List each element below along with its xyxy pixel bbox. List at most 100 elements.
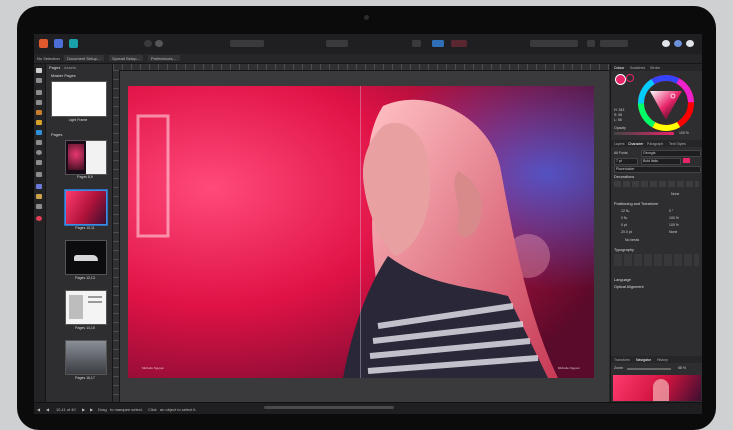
boolean-intersect-icon[interactable] bbox=[686, 40, 694, 47]
last-page-icon[interactable]: ▶ bbox=[90, 407, 93, 412]
pen-tool-icon[interactable] bbox=[36, 110, 42, 115]
horizontal-scrollbar[interactable] bbox=[264, 406, 394, 409]
eye-icon[interactable] bbox=[412, 40, 421, 47]
spread-setup-label[interactable]: Spread Setup... bbox=[112, 56, 140, 61]
tab-text-styles[interactable]: Text Styles bbox=[669, 142, 686, 146]
arrange-buttons[interactable] bbox=[530, 40, 578, 47]
pos-field[interactable]: None bbox=[669, 230, 677, 234]
pages-header[interactable]: Pages bbox=[51, 132, 62, 137]
boolean-subtract-icon[interactable] bbox=[674, 40, 682, 47]
tab-character[interactable]: Character bbox=[628, 142, 643, 146]
zoom-slider[interactable] bbox=[627, 368, 671, 370]
tab-assets[interactable]: Assets bbox=[64, 65, 76, 70]
master-page-thumbnail[interactable] bbox=[51, 81, 107, 117]
font-size-value[interactable]: 7 pt bbox=[616, 159, 622, 163]
zoom-tool-icon[interactable] bbox=[36, 204, 42, 209]
spread-thumbnail[interactable] bbox=[65, 340, 107, 375]
guide-line[interactable] bbox=[360, 86, 361, 378]
boolean-add-icon[interactable] bbox=[662, 40, 670, 47]
assistant-icon[interactable] bbox=[155, 40, 163, 47]
snapping-icon[interactable] bbox=[451, 40, 467, 47]
page-indicator[interactable]: 10,11 of 40 bbox=[56, 407, 76, 412]
decoration-buttons[interactable] bbox=[614, 181, 699, 187]
opacity-slider[interactable] bbox=[614, 132, 674, 135]
horizontal-ruler[interactable] bbox=[113, 64, 609, 71]
frame-icon[interactable] bbox=[432, 40, 444, 47]
fill-swatch[interactable] bbox=[615, 74, 626, 85]
spread-thumbnail[interactable] bbox=[65, 140, 107, 175]
table-tool-icon[interactable] bbox=[36, 100, 42, 105]
typography-buttons[interactable] bbox=[614, 254, 699, 266]
vertical-ruler[interactable] bbox=[113, 70, 120, 402]
view-mode-buttons[interactable] bbox=[230, 40, 264, 47]
tab-swatches[interactable]: Swatches bbox=[630, 66, 645, 70]
language-header[interactable]: Language bbox=[614, 278, 631, 282]
decorations-header[interactable]: Decorations bbox=[614, 175, 634, 179]
zoom-value[interactable]: 68 % bbox=[678, 366, 686, 370]
context-toolbar: No Selection Document Setup... Spread Se… bbox=[34, 54, 702, 64]
designer-persona-icon[interactable] bbox=[54, 39, 63, 48]
first-page-icon[interactable]: ◀ bbox=[37, 407, 40, 412]
align-icon[interactable] bbox=[587, 40, 595, 47]
node-tool-icon[interactable] bbox=[36, 78, 42, 83]
tab-transform[interactable]: Transform bbox=[614, 358, 630, 362]
status-bar: ◀ ◀ 10,11 of 40 ▶ ▶ Drag to marquee sele… bbox=[34, 402, 702, 414]
prev-page-icon[interactable]: ◀ bbox=[46, 407, 49, 412]
no-break-value[interactable]: No break bbox=[625, 238, 639, 242]
master-pages-header[interactable]: Master Pages bbox=[51, 73, 76, 78]
spread-thumbnail-selected[interactable] bbox=[65, 190, 107, 225]
spread-thumbnail[interactable] bbox=[65, 290, 107, 325]
typography-header[interactable]: Typography bbox=[614, 248, 634, 252]
shape-tool-icon[interactable] bbox=[36, 160, 42, 165]
pos-field[interactable]: 0 ° bbox=[669, 209, 673, 213]
tab-colour[interactable]: Colour bbox=[614, 66, 624, 70]
font-style-value[interactable]: Bold Italic bbox=[643, 159, 658, 163]
pos-field[interactable]: 0 pt bbox=[621, 223, 627, 227]
colour-wheel[interactable] bbox=[637, 74, 695, 132]
pos-field[interactable]: 12 ‰ bbox=[621, 209, 629, 213]
ellipse-tool-icon[interactable] bbox=[36, 150, 42, 155]
text-color-swatch[interactable] bbox=[683, 158, 690, 163]
publisher-persona-icon[interactable] bbox=[39, 39, 48, 48]
font-scope-label[interactable]: All Fonts bbox=[614, 151, 628, 155]
settings-icon[interactable] bbox=[144, 40, 152, 47]
tab-stroke[interactable]: Stroke bbox=[650, 66, 660, 70]
document-setup-label[interactable]: Document Setup... bbox=[67, 56, 100, 61]
transform-buttons[interactable] bbox=[600, 40, 628, 47]
crop-tool-icon[interactable] bbox=[36, 172, 42, 177]
hand-tool-icon[interactable] bbox=[36, 194, 42, 199]
pos-field[interactable]: 100 % bbox=[669, 223, 679, 227]
spread-thumbnail[interactable] bbox=[65, 240, 107, 275]
spread-photo[interactable]: Michelle Nguyen Michelle Nguyen bbox=[128, 86, 594, 378]
optical-alignment-header[interactable]: Optical Alignment bbox=[614, 285, 644, 289]
transform-mode-buttons[interactable] bbox=[326, 40, 348, 47]
tab-paragraph[interactable]: Paragraph bbox=[647, 142, 663, 146]
font-family-value[interactable]: Georgia bbox=[643, 151, 655, 155]
fill-color-icon[interactable] bbox=[36, 216, 42, 221]
opacity-value[interactable]: 100 % bbox=[679, 131, 689, 135]
next-page-icon[interactable]: ▶ bbox=[82, 407, 85, 412]
tab-navigator[interactable]: Navigator bbox=[636, 358, 651, 362]
lightness-value: L: 56 bbox=[614, 118, 622, 122]
preferences-label[interactable]: Preferences... bbox=[151, 56, 176, 61]
pos-field[interactable]: 0 ‰ bbox=[621, 216, 627, 220]
tab-layers[interactable]: Layers bbox=[614, 142, 625, 146]
navigator-preview[interactable] bbox=[613, 375, 701, 401]
tab-pages[interactable]: Pages bbox=[49, 65, 60, 70]
photo-persona-icon[interactable] bbox=[69, 39, 78, 48]
stroke-swatch[interactable] bbox=[626, 74, 634, 82]
navigator-tabs: Transform Navigator History bbox=[611, 356, 702, 363]
pos-field[interactable]: 100 % bbox=[669, 216, 679, 220]
hue-value: H: 343 bbox=[614, 108, 625, 112]
color-picker-icon[interactable] bbox=[36, 184, 42, 189]
move-tool-icon[interactable] bbox=[36, 68, 42, 73]
fill-tool-icon[interactable] bbox=[36, 130, 42, 135]
positioning-header[interactable]: Positioning and Transform bbox=[614, 202, 658, 206]
frame-text-tool-icon[interactable] bbox=[36, 90, 42, 95]
text-style-value[interactable]: Placeholder bbox=[616, 167, 634, 171]
pos-field[interactable]: 20.0 pt bbox=[621, 230, 632, 234]
rectangle-tool-icon[interactable] bbox=[36, 140, 42, 145]
pencil-tool-icon[interactable] bbox=[36, 120, 42, 125]
tab-history[interactable]: History bbox=[657, 358, 668, 362]
document-canvas[interactable]: Michelle Nguyen Michelle Nguyen bbox=[120, 71, 609, 402]
